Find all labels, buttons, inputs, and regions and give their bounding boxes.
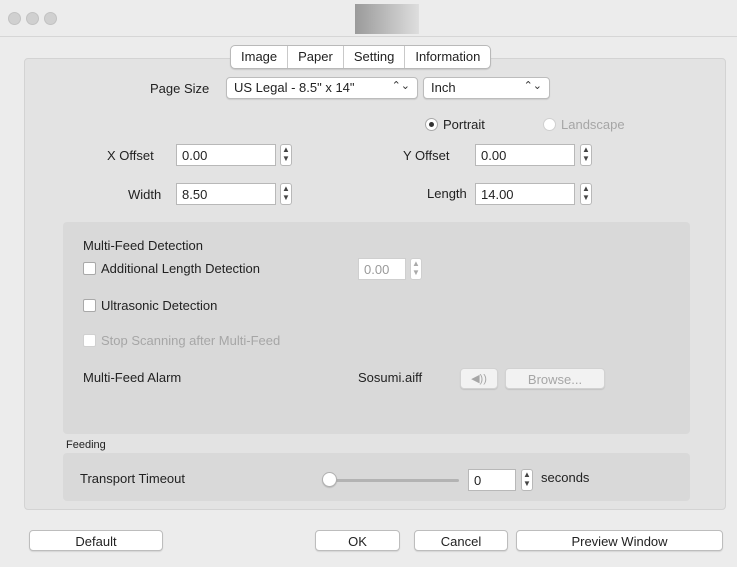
feeding-title: Feeding <box>66 439 106 451</box>
width-stepper[interactable]: ▲ ▼ <box>280 183 292 205</box>
landscape-label: Landscape <box>561 117 625 132</box>
x-offset-stepper[interactable]: ▲ ▼ <box>280 144 292 166</box>
portrait-label: Portrait <box>443 117 485 132</box>
x-offset-label: X Offset <box>107 148 154 163</box>
timeout-slider-thumb[interactable] <box>322 472 337 487</box>
page-size-select[interactable]: US Legal - 8.5" x 14" ⌃⌄ <box>226 77 418 99</box>
landscape-radio[interactable] <box>543 118 556 131</box>
x-offset-field[interactable]: 0.00 <box>176 144 276 166</box>
ultrasonic-checkbox[interactable] <box>83 299 96 312</box>
alarm-file-name: Sosumi.aiff <box>358 370 423 385</box>
additional-length-label: Additional Length Detection <box>101 261 261 276</box>
y-offset-label: Y Offset <box>403 148 450 163</box>
chevron-updown-icon: ⌃⌄ <box>523 80 542 92</box>
preview-window-button[interactable]: Preview Window <box>516 530 723 551</box>
y-offset-stepper[interactable]: ▲ ▼ <box>580 144 592 166</box>
portrait-radio[interactable] <box>425 118 438 131</box>
length-stepper[interactable]: ▲ ▼ <box>580 183 592 205</box>
close-window-button[interactable] <box>8 12 21 25</box>
chevron-updown-icon: ⌃⌄ <box>391 80 410 92</box>
ok-button[interactable]: OK <box>315 530 400 551</box>
ultrasonic-label: Ultrasonic Detection <box>101 298 218 313</box>
length-label: Length <box>427 186 467 201</box>
timeout-stepper[interactable]: ▲ ▼ <box>521 469 533 491</box>
tab-setting[interactable]: Setting <box>344 46 406 68</box>
additional-length-field[interactable]: 0.00 <box>358 258 406 280</box>
page-size-value: US Legal - 8.5" x 14" <box>234 80 355 95</box>
play-sound-button[interactable]: ◀)) <box>460 368 498 389</box>
additional-length-stepper[interactable]: ▲ ▼ <box>410 258 422 280</box>
tab-information[interactable]: Information <box>405 46 490 68</box>
stop-scanning-label: Stop Scanning after Multi-Feed <box>101 333 281 348</box>
toolbar-image <box>355 4 419 34</box>
speaker-icon: ◀)) <box>471 373 487 385</box>
y-offset-field[interactable]: 0.00 <box>475 144 575 166</box>
browse-button[interactable]: Browse... <box>505 368 605 389</box>
tab-bar: Image Paper Setting Information <box>230 45 492 69</box>
unit-value: Inch <box>431 80 456 95</box>
minimize-window-button[interactable] <box>26 12 39 25</box>
cancel-button[interactable]: Cancel <box>414 530 508 551</box>
multi-feed-alarm-label: Multi-Feed Alarm <box>83 370 182 385</box>
stop-scanning-checkbox[interactable] <box>83 334 96 347</box>
length-field[interactable]: 14.00 <box>475 183 575 205</box>
page-size-label: Page Size <box>150 81 210 96</box>
additional-length-checkbox[interactable] <box>83 262 96 275</box>
unit-select[interactable]: Inch ⌃⌄ <box>423 77 550 99</box>
transport-timeout-label: Transport Timeout <box>80 471 186 486</box>
width-label: Width <box>128 187 162 202</box>
default-button[interactable]: Default <box>29 530 163 551</box>
tab-image[interactable]: Image <box>231 46 289 68</box>
timeout-field[interactable]: 0 <box>468 469 516 491</box>
timeout-unit-label: seconds <box>541 470 590 485</box>
tab-paper[interactable]: Paper <box>288 46 344 68</box>
zoom-window-button[interactable] <box>44 12 57 25</box>
multi-feed-group <box>63 222 690 434</box>
timeout-slider-track[interactable] <box>327 479 459 482</box>
multi-feed-title: Multi-Feed Detection <box>83 238 203 253</box>
width-field[interactable]: 8.50 <box>176 183 276 205</box>
